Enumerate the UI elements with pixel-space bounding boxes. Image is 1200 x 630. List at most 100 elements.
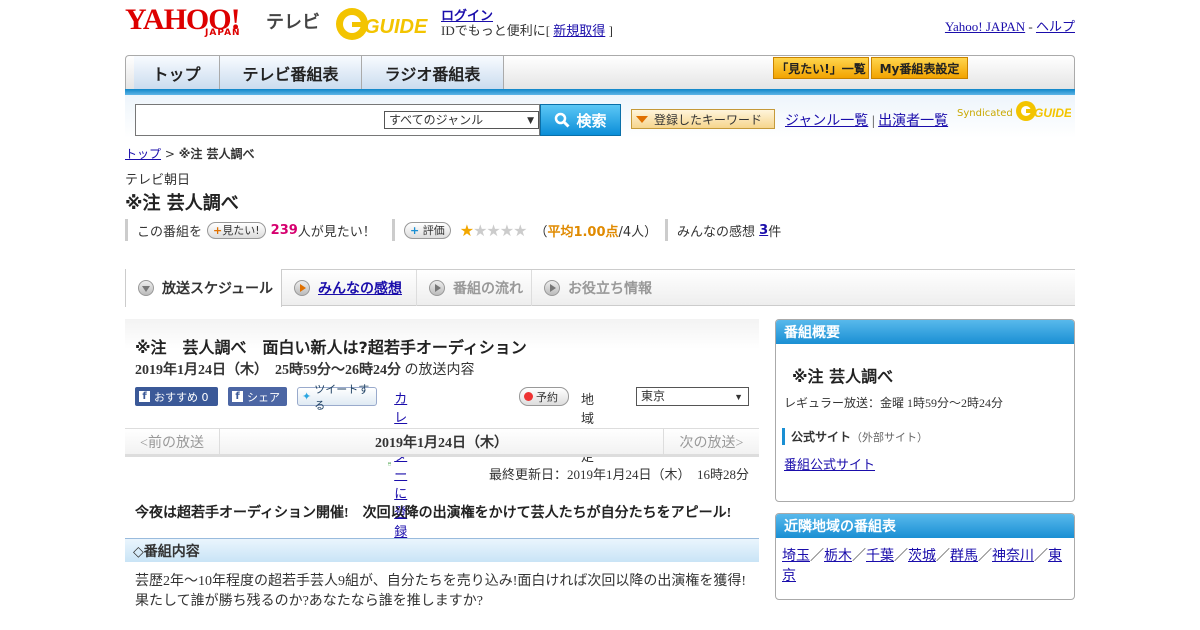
nav-tab-top[interactable]: トップ — [134, 56, 220, 90]
this-program-label: この番組を — [137, 224, 203, 240]
tab-schedule[interactable]: 放送スケジュール — [125, 269, 282, 307]
registered-keyword-button[interactable]: 登録したキーワード — [631, 109, 775, 129]
record-dot-icon — [524, 392, 533, 401]
mitai-pill-label: 見たい! — [222, 223, 260, 237]
yahoo-japan-label: JAPAN — [205, 28, 241, 38]
facebook-recommend-button[interactable]: f おすすめ 0 — [135, 387, 218, 406]
impressions-suffix: 件 — [768, 224, 782, 240]
syndicated-gguide: Syndicated GUIDE — [957, 100, 1071, 122]
register-link[interactable]: 新規取得 — [553, 23, 605, 38]
yahoo-japan-link[interactable]: Yahoo! JAPAN — [945, 19, 1025, 34]
region-link-ibaraki[interactable]: 茨城 — [908, 549, 936, 564]
official-note: （外部サイト） — [851, 431, 929, 444]
search-button[interactable]: 検索 — [540, 104, 621, 136]
rating-stars: ★★★★★ — [459, 220, 528, 240]
top-right-links: Yahoo! JAPAN - ヘルプ — [945, 16, 1075, 35]
regular-broadcast: レギュラー放送：金曜 1時59分～2時24分 — [784, 396, 1004, 410]
rating-people: /4人） — [618, 224, 658, 240]
top-link-separator: - — [1025, 19, 1036, 34]
nearby-head: 近隣地域の番組表 — [776, 514, 1074, 538]
episode-date-value: 2019年1月24日（木） 25時59分～26時24分 — [135, 363, 401, 378]
genre-list-link[interactable]: ジャンル一覧 — [785, 114, 868, 129]
tweet-button[interactable]: ✦ ツイートする — [297, 383, 377, 412]
region-sep: ／ — [978, 549, 992, 564]
twitter-bird-icon: ✦ — [302, 390, 312, 403]
region-link-chiba[interactable]: 千葉 — [866, 549, 894, 564]
region-sep: ／ — [894, 549, 908, 564]
region-links: 埼玉／栃木／千葉／茨城／群馬／神奈川／東京 — [782, 547, 1070, 587]
region-sep: ／ — [936, 549, 950, 564]
episode-title: ※注 芸人調べ 面白い新人は?超若手オーディション — [135, 338, 527, 357]
region-select[interactable]: 東京 ▼ — [636, 387, 749, 406]
program-stats: この番組を +見たい! 239 人が見たい！ + 評価 ★★★★★ （平均1.00… — [125, 219, 825, 241]
program-description: 芸歴2年～10年程度の超若手芸人9組が、自分たちを売り込み!面白ければ次回以降の… — [135, 574, 747, 609]
overview-panel: 番組概要 ※注 芸人調べ レギュラー放送：金曜 1時59分～2時24分 公式サイ… — [775, 319, 1075, 502]
facebook-icon: f — [232, 391, 243, 402]
reserve-button[interactable]: 予約 — [519, 387, 569, 406]
next-broadcast: 次の放送> — [663, 429, 759, 455]
rating-button[interactable]: + 評価 — [404, 221, 451, 239]
nearby-regions-panel: 近隣地域の番組表 埼玉／栃木／千葉／茨城／群馬／神奈川／東京 — [775, 513, 1075, 600]
region-sep: ／ — [810, 549, 824, 564]
plus-icon: + — [213, 223, 223, 237]
syndicated-label: Syndicated — [957, 108, 1013, 119]
rating-average: 平均1.00点 — [547, 224, 619, 240]
impressions-stat: みんなの感想 3件 — [665, 219, 781, 241]
login-desc-prefix: IDでもっと便利に[ — [441, 23, 554, 38]
impressions-count-link[interactable]: 3 — [759, 223, 768, 238]
prev-broadcast: <前の放送 — [125, 429, 220, 455]
svg-text:GUIDE: GUIDE — [364, 16, 428, 38]
play-arrow-icon — [429, 280, 445, 296]
section-program-content: ◇番組内容 — [125, 538, 759, 562]
impressions-label: みんなの感想 — [677, 224, 756, 240]
overview-head: 番組概要 — [776, 320, 1074, 344]
official-label: 公式サイト — [791, 430, 852, 444]
last-updated: 最終更新日：2019年1月24日（木） 16時28分 — [488, 467, 749, 482]
rating-avg-prefix: （ — [534, 224, 548, 240]
mitai-stat: この番組を +見たい! 239 人が見たい！ — [125, 219, 376, 241]
tab-schedule-label: 放送スケジュール — [162, 281, 274, 297]
links-divider: | — [868, 114, 879, 129]
mitai-count: 239 — [270, 222, 298, 238]
mitai-list-button[interactable]: 「見たい!」一覧 — [773, 57, 869, 79]
reserve-label: 予約 — [536, 390, 558, 404]
tab-info-label: お役立ち情報 — [568, 281, 652, 297]
official-site-label: 公式サイト（外部サイト） — [782, 428, 928, 445]
channel-name: テレビ朝日 — [125, 173, 191, 188]
tv-label: テレビ — [266, 12, 320, 33]
page-title: ※注 芸人調べ — [125, 193, 239, 214]
region-link-kanagawa[interactable]: 神奈川 — [992, 549, 1034, 564]
nav-tab-tv[interactable]: テレビ番組表 — [220, 56, 362, 90]
dropdown-arrow-icon: ▼ — [527, 116, 534, 126]
breadcrumb-top[interactable]: トップ — [125, 147, 161, 161]
rating-stat: + 評価 ★★★★★ （平均1.00点/4人） — [392, 219, 657, 241]
calendar-icon — [388, 462, 392, 466]
tab-impressions[interactable]: みんなの感想 — [282, 270, 417, 306]
search-icon — [555, 112, 571, 128]
star-icon-empty: ★★★★ — [473, 220, 527, 240]
official-site-link[interactable]: 番組公式サイト — [784, 454, 875, 473]
my-settings-button[interactable]: My番組表設定 — [871, 57, 968, 79]
facebook-share-button[interactable]: f シェア — [228, 387, 287, 406]
performer-list-link[interactable]: 出演者一覧 — [878, 114, 948, 129]
play-arrow-icon — [294, 280, 310, 296]
recommend-label: おすすめ 0 — [154, 390, 209, 404]
gguide-logo[interactable]: GUIDE — [334, 6, 432, 42]
episode-date-suffix: の放送内容 — [401, 363, 475, 378]
mitai-button[interactable]: +見たい! — [207, 221, 266, 239]
broadcast-pager: <前の放送 2019年1月24日（木） 次の放送> — [125, 428, 759, 457]
play-arrow-icon — [544, 280, 560, 296]
region-link-gunma[interactable]: 群馬 — [950, 549, 978, 564]
star-icon-filled: ★ — [459, 220, 474, 240]
help-link[interactable]: ヘルプ — [1036, 19, 1075, 34]
tab-flow-label: 番組の流れ — [453, 281, 523, 297]
episode-date: 2019年1月24日（木） 25時59分～26時24分 の放送内容 — [135, 359, 475, 379]
triangle-down-icon — [636, 115, 648, 123]
episode-lead: 今夜は超若手オーディション開催! 次回以降の出演権をかけて芸人たちが自分たちをア… — [135, 506, 732, 521]
genre-select[interactable]: すべてのジャンル ▼ — [384, 111, 539, 129]
svg-text:GUIDE: GUIDE — [1034, 106, 1071, 120]
region-link-tochigi[interactable]: 栃木 — [824, 549, 852, 564]
region-link-saitama[interactable]: 埼玉 — [782, 549, 810, 564]
nav-tab-radio[interactable]: ラジオ番組表 — [362, 56, 504, 90]
login-description: IDでもっと便利に[ 新規取得 ] — [441, 20, 613, 39]
